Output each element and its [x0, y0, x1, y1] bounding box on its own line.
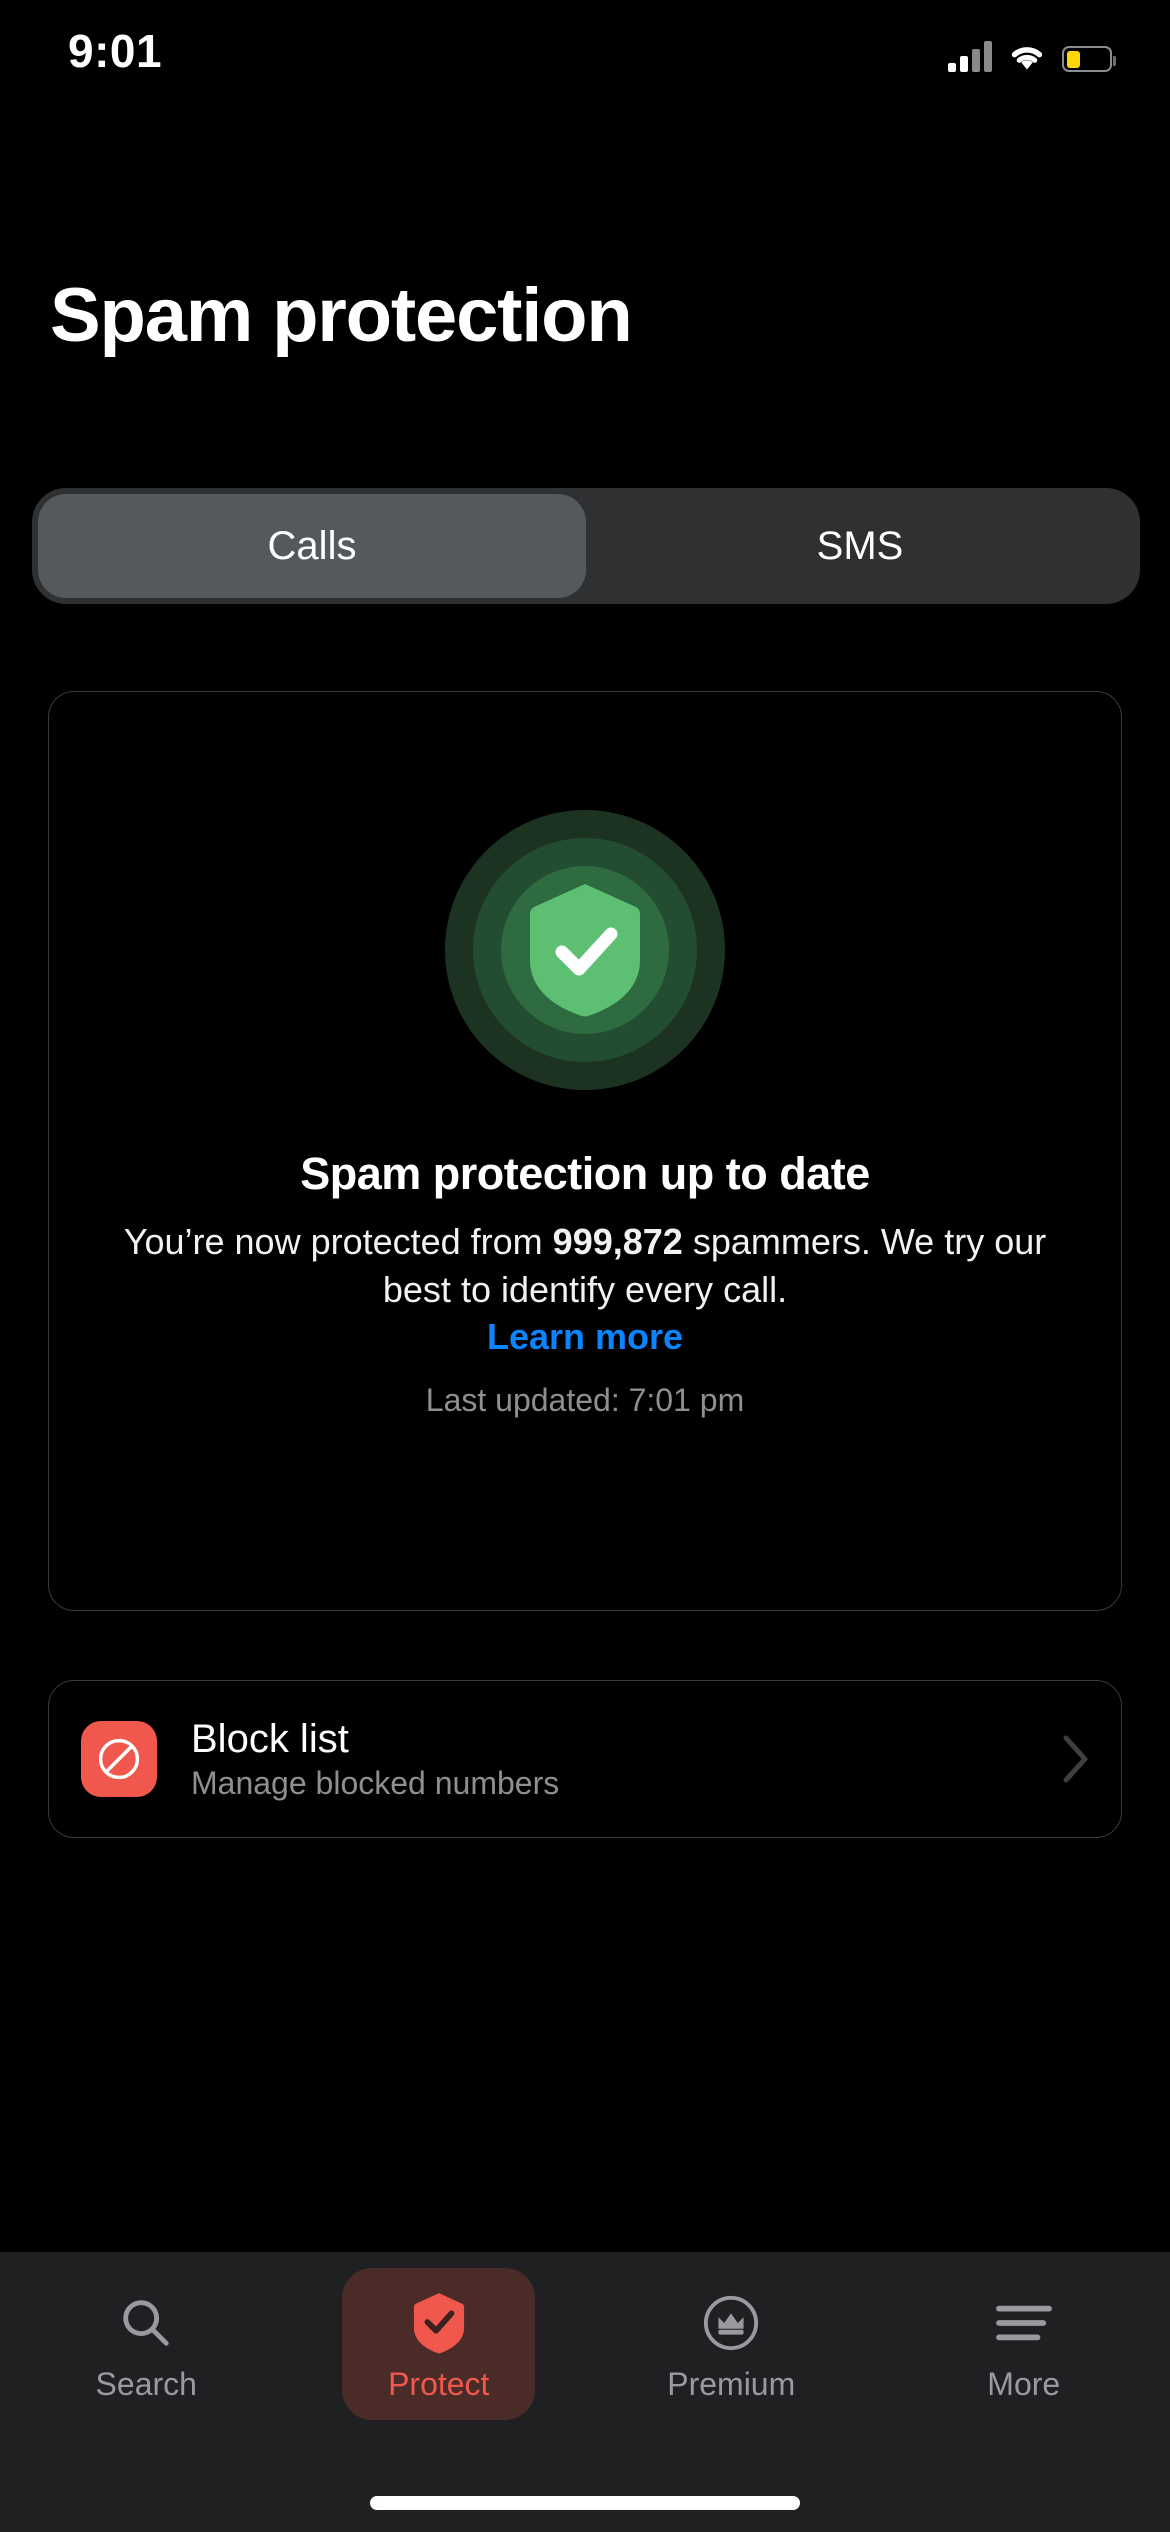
- spam-protection-status-card: Spam protection up to date You’re now pr…: [48, 691, 1122, 1611]
- block-list-row[interactable]: Block list Manage blocked numbers: [48, 1680, 1122, 1838]
- chevron-right-icon[interactable]: [1061, 1733, 1091, 1785]
- block-list-text: Block list Manage blocked numbers: [191, 1717, 1061, 1801]
- tab-premium[interactable]: Premium: [585, 2268, 878, 2452]
- page-title: Spam protection: [50, 273, 633, 358]
- tab-protect[interactable]: Protect: [293, 2268, 586, 2452]
- segmented-control: Calls SMS: [32, 488, 1140, 604]
- tab-search[interactable]: Search: [0, 2268, 293, 2452]
- card-body-text: You’re now protected from 999,872 spamme…: [109, 1218, 1061, 1313]
- battery-low-icon: [1062, 46, 1116, 72]
- tab-calls[interactable]: Calls: [38, 494, 586, 598]
- search-icon: [117, 2290, 175, 2356]
- tab-sms[interactable]: SMS: [586, 494, 1134, 598]
- prohibited-circle-icon: [81, 1721, 157, 1797]
- hamburger-menu-icon: [994, 2290, 1054, 2356]
- card-body-prefix: You’re now protected from: [123, 1221, 553, 1262]
- tab-more-label: More: [987, 2366, 1061, 2402]
- shield-check-icon: [412, 2290, 466, 2356]
- status-bar-clock: 9:01: [68, 25, 163, 77]
- block-list-title: Block list: [191, 1717, 349, 1761]
- card-heading: Spam protection up to date: [300, 1148, 870, 1199]
- status-bar: 9:01: [0, 0, 1170, 120]
- tab-premium-label: Premium: [667, 2366, 796, 2402]
- tab-more[interactable]: More: [878, 2268, 1170, 2452]
- wifi-icon: [1008, 42, 1046, 72]
- home-indicator[interactable]: [370, 2496, 800, 2510]
- learn-more-link[interactable]: Learn more: [49, 1316, 1121, 1358]
- spammer-count: 999,872: [552, 1221, 683, 1262]
- app-screen: 9:01 Spam protection Calls SMS Spam prot…: [0, 0, 1170, 2532]
- status-bar-indicators: [948, 30, 1116, 72]
- crown-circle-icon: [702, 2290, 760, 2356]
- last-updated-text: Last updated: 7:01 pm: [425, 1382, 745, 1418]
- bottom-tab-bar: Search Protect Premium More: [0, 2252, 1170, 2532]
- tab-protect-label: Protect: [388, 2366, 490, 2402]
- tab-search-label: Search: [95, 2366, 197, 2402]
- signal-bars-icon: [948, 40, 992, 72]
- shield-check-icon: [445, 810, 725, 1090]
- block-list-subtitle: Manage blocked numbers: [191, 1764, 560, 1801]
- hero-shield-glyph: [529, 884, 641, 1017]
